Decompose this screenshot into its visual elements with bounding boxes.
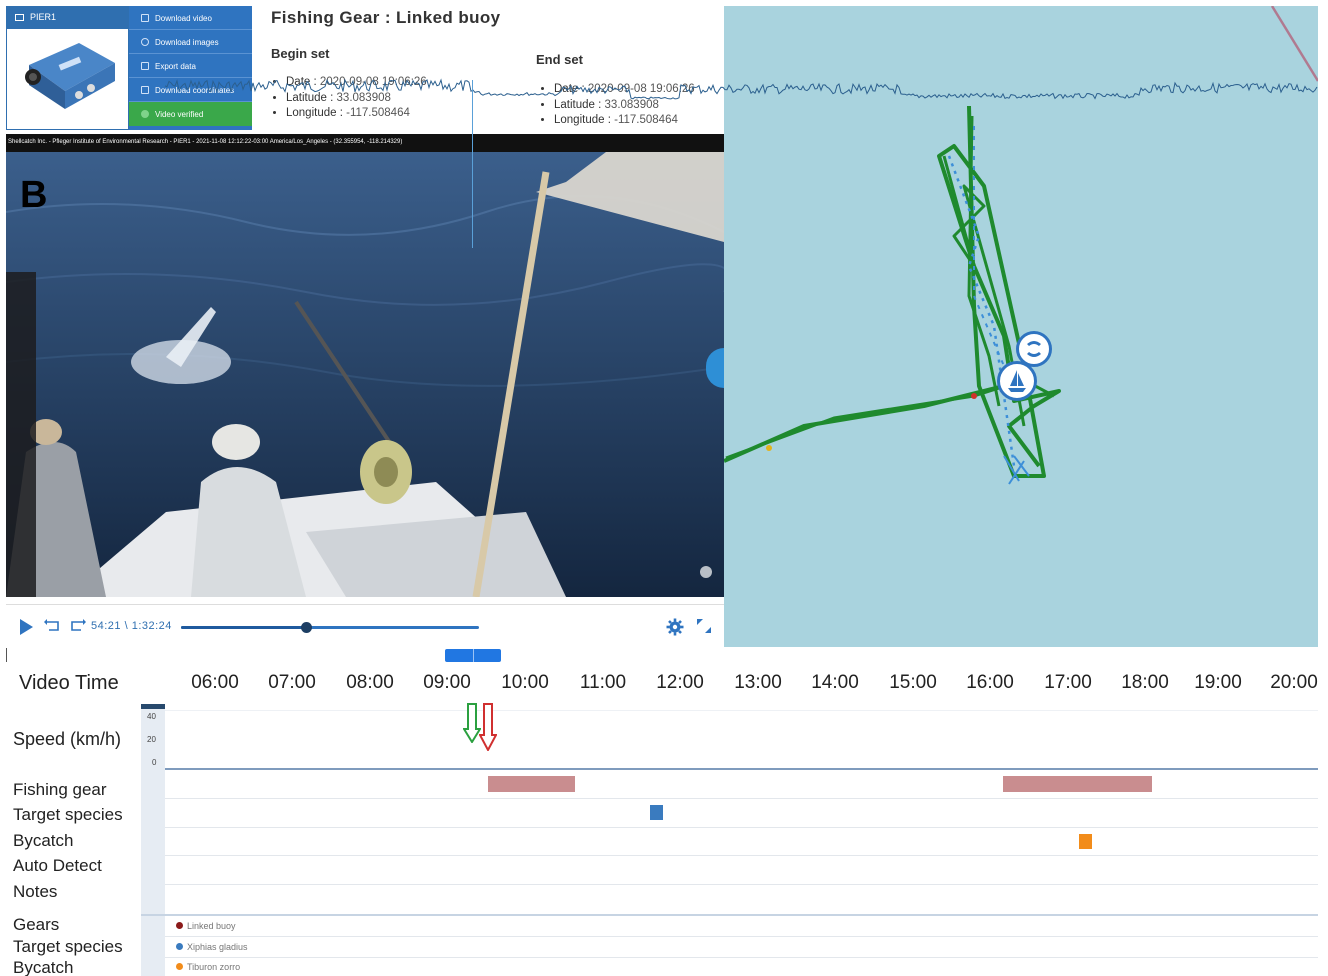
bycatch-marker[interactable]: [1079, 834, 1092, 849]
device-title-bar: PIER1: [7, 7, 128, 29]
row-divider: [165, 855, 1318, 856]
legend-label: Tiburon zorro: [187, 962, 241, 972]
timeline-title: Video Time: [19, 672, 119, 694]
legend-divider: [141, 914, 1318, 916]
hour-label: 08:00: [346, 672, 394, 693]
target-species-row-label: Target species: [13, 805, 123, 824]
hour-label: 19:00: [1194, 672, 1242, 693]
target-species-marker[interactable]: [650, 805, 663, 820]
seek-played: [181, 626, 307, 629]
playhead-line[interactable]: [472, 80, 473, 248]
speed-tick-label: 40: [147, 712, 156, 721]
notes-row-label: Notes: [13, 882, 58, 901]
forward-10-icon[interactable]: [68, 618, 86, 634]
bycatch-legend-label: Bycatch: [13, 958, 74, 976]
row-divider: [165, 827, 1318, 828]
auto-detect-row-label: Auto Detect: [13, 856, 102, 875]
hour-label: 09:00: [423, 672, 471, 693]
timeline-gutter-cap: [141, 704, 165, 709]
timeline-gutter: [141, 704, 165, 976]
legend-dot-icon: [176, 922, 183, 929]
replay-10-icon[interactable]: [44, 618, 62, 634]
legend-dot-icon: [176, 963, 183, 970]
row-divider: [165, 710, 1318, 711]
legend-linked-buoy: Linked buoy: [176, 921, 236, 931]
timeline-scroll-divider: [473, 649, 474, 662]
legend-dot-icon: [176, 943, 183, 950]
video-overlay-text: Shellcatch Inc. - Pfleger Institute of E…: [6, 134, 724, 152]
legend-xiphias-gladius: Xiphias gladius: [176, 942, 248, 952]
gear-icon[interactable]: [666, 618, 684, 636]
hour-label: 18:00: [1121, 672, 1169, 693]
seek-handle[interactable]: [301, 622, 313, 633]
hour-label: 12:00: [656, 672, 704, 693]
fishing-gear-bar[interactable]: [488, 776, 575, 792]
row-divider: [165, 884, 1318, 885]
video-icon: [141, 14, 149, 22]
hour-label: 10:00: [501, 672, 549, 693]
video-player[interactable]: Shellcatch Inc. - Pfleger Institute of E…: [6, 134, 724, 597]
sailboat-icon: [1008, 370, 1026, 392]
device-name: PIER1: [30, 12, 57, 22]
speed-line: [164, 78, 1318, 100]
hour-label: 20:00: [1270, 672, 1318, 693]
panel-label: B: [20, 174, 48, 216]
hour-label: 06:00: [191, 672, 239, 693]
device-panel: PIER1: [6, 6, 129, 130]
video-frame: [6, 152, 724, 597]
fishing-gear-row-label: Fishing gear: [13, 780, 107, 799]
fish-icon: [1027, 341, 1041, 357]
speed-trace: [164, 78, 1318, 100]
time-display: 54:21 \ 1:32:24: [91, 620, 172, 632]
legend-tiburon-zorro: Tiburon zorro: [176, 962, 240, 972]
device-icon: [15, 14, 24, 22]
boat-marker[interactable]: [997, 361, 1037, 401]
seek-bar[interactable]: [181, 622, 479, 633]
fullscreen-icon[interactable]: [696, 618, 712, 634]
fishing-gear-bar[interactable]: [1003, 776, 1152, 792]
hour-label: 13:00: [734, 672, 782, 693]
player-controls: 54:21 \ 1:32:24: [6, 604, 724, 648]
row-divider: [165, 936, 1318, 937]
bycatch-row-label: Bycatch: [13, 831, 74, 850]
row-divider: [165, 768, 1318, 770]
gears-legend-label: Gears: [13, 915, 60, 934]
speed-row-label: Speed (km/h): [13, 729, 122, 749]
target-species-legend-label: Target species: [13, 937, 123, 956]
hour-label: 16:00: [966, 672, 1014, 693]
speed-tick-label: 20: [147, 735, 156, 744]
hour-label: 07:00: [268, 672, 316, 693]
track-point: [766, 445, 772, 451]
track-point: [971, 393, 977, 399]
hour-label: 15:00: [889, 672, 937, 693]
end-set-arrow-icon[interactable]: [479, 703, 497, 751]
play-icon[interactable]: [20, 619, 33, 635]
row-divider: [165, 957, 1318, 958]
download-video-button[interactable]: Download video: [129, 6, 252, 30]
legend-label: Linked buoy: [187, 921, 236, 931]
hour-label: 11:00: [579, 672, 627, 693]
hour-label: 14:00: [811, 672, 859, 693]
camera-device-image: [25, 43, 115, 109]
legend-label: Xiphias gladius: [187, 942, 248, 952]
left-marker: [6, 648, 7, 662]
gear-title: Fishing Gear : Linked buoy: [271, 8, 501, 27]
speed-tick-label: 0: [152, 758, 157, 767]
hour-label: 17:00: [1044, 672, 1092, 693]
download-video-label: Download video: [155, 14, 212, 23]
row-divider: [165, 798, 1318, 799]
